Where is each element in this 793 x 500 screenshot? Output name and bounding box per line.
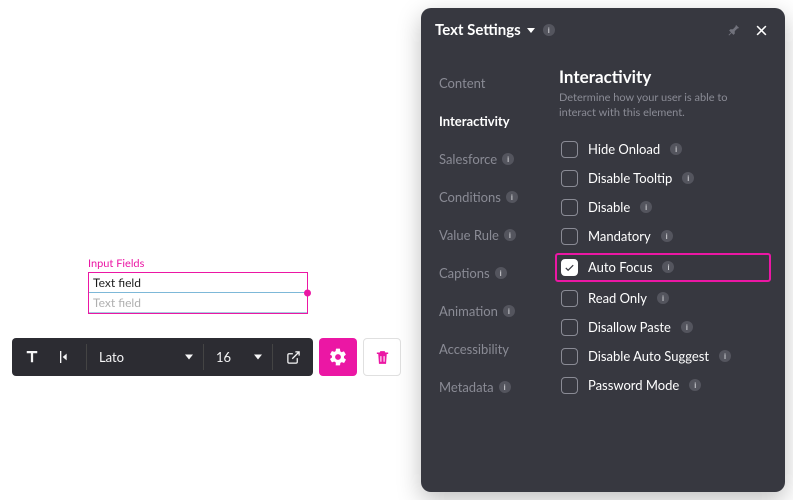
text-settings-panel: Text Settings i Content Interactivity Sa… — [421, 8, 785, 492]
text-field-row-1[interactable]: Text field — [89, 273, 307, 293]
close-button[interactable] — [751, 20, 771, 40]
info-icon[interactable]: i — [499, 381, 511, 393]
section-title: Interactivity — [559, 66, 767, 87]
input-fields-group[interactable]: Input Fields Text field Text field — [88, 257, 308, 314]
text-icon — [23, 348, 41, 366]
option-label: Disallow Paste — [588, 319, 671, 335]
option-password-mode: Password Mode i — [559, 371, 767, 400]
option-hide-onload: Hide Onload i — [559, 135, 767, 164]
gear-icon — [328, 347, 348, 367]
info-icon[interactable]: i — [543, 24, 555, 36]
option-disable-auto-suggest: Disable Auto Suggest i — [559, 342, 767, 371]
option-label: Disable Tooltip — [588, 170, 672, 186]
settings-sidebar: Content Interactivity Salesforce i Condi… — [421, 52, 553, 492]
info-icon[interactable]: i — [506, 191, 518, 203]
format-toolbar: Lato 16 — [12, 338, 401, 376]
toolbar-main: Lato 16 — [12, 338, 313, 376]
input-fields-box[interactable]: Text field Text field — [88, 272, 308, 314]
sidebar-item-interactivity[interactable]: Interactivity — [439, 102, 553, 140]
checkbox-password-mode[interactable] — [561, 377, 578, 394]
info-icon[interactable]: i — [495, 267, 507, 279]
info-icon[interactable]: i — [689, 379, 701, 391]
sidebar-item-salesforce[interactable]: Salesforce i — [439, 140, 553, 178]
option-disable-tooltip: Disable Tooltip i — [559, 164, 767, 193]
option-label: Auto Focus — [588, 259, 652, 275]
panel-header: Text Settings i — [421, 8, 785, 52]
panel-title-text: Text Settings — [435, 21, 521, 39]
sidebar-item-captions[interactable]: Captions i — [439, 254, 553, 292]
font-size-value: 16 — [216, 349, 231, 365]
info-icon[interactable]: i — [657, 292, 669, 304]
open-external-icon — [286, 350, 301, 365]
sidebar-item-label: Captions — [439, 265, 490, 281]
sidebar-item-label: Metadata — [439, 379, 494, 395]
option-label: Password Mode — [588, 377, 679, 393]
sidebar-item-value-rule[interactable]: Value Rule i — [439, 216, 553, 254]
sidebar-item-accessibility[interactable]: Accessibility — [439, 330, 553, 368]
option-disable: Disable i — [559, 193, 767, 222]
option-label: Hide Onload — [588, 141, 660, 157]
checkbox-disable-auto-suggest[interactable] — [561, 348, 578, 365]
close-icon — [754, 23, 769, 38]
sidebar-item-metadata[interactable]: Metadata i — [439, 368, 553, 406]
sidebar-item-label: Accessibility — [439, 341, 509, 357]
open-external-button[interactable] — [277, 341, 309, 373]
input-group-label: Input Fields — [88, 257, 308, 270]
sidebar-item-label: Salesforce — [439, 151, 497, 167]
pin-button[interactable] — [723, 20, 743, 40]
info-icon[interactable]: i — [504, 229, 516, 241]
info-icon[interactable]: i — [670, 143, 682, 155]
option-label: Disable — [588, 199, 630, 215]
info-icon[interactable]: i — [681, 321, 693, 333]
sidebar-item-label: Interactivity — [439, 113, 510, 129]
option-label: Read Only — [588, 290, 647, 306]
trash-icon — [374, 349, 391, 366]
info-icon[interactable]: i — [682, 172, 694, 184]
toolbar-divider — [86, 344, 87, 370]
panel-body: Content Interactivity Salesforce i Condi… — [421, 52, 785, 492]
font-size-select[interactable]: 16 — [208, 343, 268, 371]
sidebar-item-label: Value Rule — [439, 227, 499, 243]
checkbox-read-only[interactable] — [561, 290, 578, 307]
checkbox-mandatory[interactable] — [561, 228, 578, 245]
checkbox-disable[interactable] — [561, 199, 578, 216]
font-family-select[interactable]: Lato — [91, 343, 199, 371]
sidebar-item-label: Content — [439, 75, 485, 91]
toolbar-divider — [203, 344, 204, 370]
option-disallow-paste: Disallow Paste i — [559, 313, 767, 342]
option-mandatory: Mandatory i — [559, 222, 767, 251]
checkbox-disable-tooltip[interactable] — [561, 170, 578, 187]
align-left-icon — [58, 349, 74, 365]
option-read-only: Read Only i — [559, 284, 767, 313]
checkbox-hide-onload[interactable] — [561, 141, 578, 158]
toolbar-divider — [272, 344, 273, 370]
info-icon[interactable]: i — [503, 305, 515, 317]
settings-content: Interactivity Determine how your user is… — [553, 52, 785, 492]
font-family-value: Lato — [99, 349, 124, 365]
sidebar-item-label: Animation — [439, 303, 498, 319]
text-tool-button[interactable] — [16, 341, 48, 373]
align-left-button[interactable] — [50, 341, 82, 373]
text-field-row-2[interactable]: Text field — [89, 293, 307, 313]
option-auto-focus: Auto Focus i — [555, 253, 771, 282]
section-description: Determine how your user is able to inter… — [559, 91, 767, 121]
chevron-down-icon — [527, 28, 535, 33]
option-label: Disable Auto Suggest — [588, 348, 709, 364]
info-icon[interactable]: i — [640, 201, 652, 213]
sidebar-item-conditions[interactable]: Conditions i — [439, 178, 553, 216]
sidebar-item-animation[interactable]: Animation i — [439, 292, 553, 330]
info-icon[interactable]: i — [662, 261, 674, 273]
sidebar-item-label: Conditions — [439, 189, 501, 205]
info-icon[interactable]: i — [502, 153, 514, 165]
info-icon[interactable]: i — [719, 350, 731, 362]
option-label: Mandatory — [588, 228, 651, 244]
checkbox-disallow-paste[interactable] — [561, 319, 578, 336]
settings-button[interactable] — [319, 338, 357, 376]
checkbox-auto-focus[interactable] — [561, 259, 578, 276]
panel-title-dropdown[interactable]: Text Settings — [435, 21, 535, 39]
delete-button[interactable] — [363, 338, 401, 376]
sidebar-item-content[interactable]: Content — [439, 64, 553, 102]
info-icon[interactable]: i — [661, 230, 673, 242]
pin-icon — [726, 23, 741, 38]
